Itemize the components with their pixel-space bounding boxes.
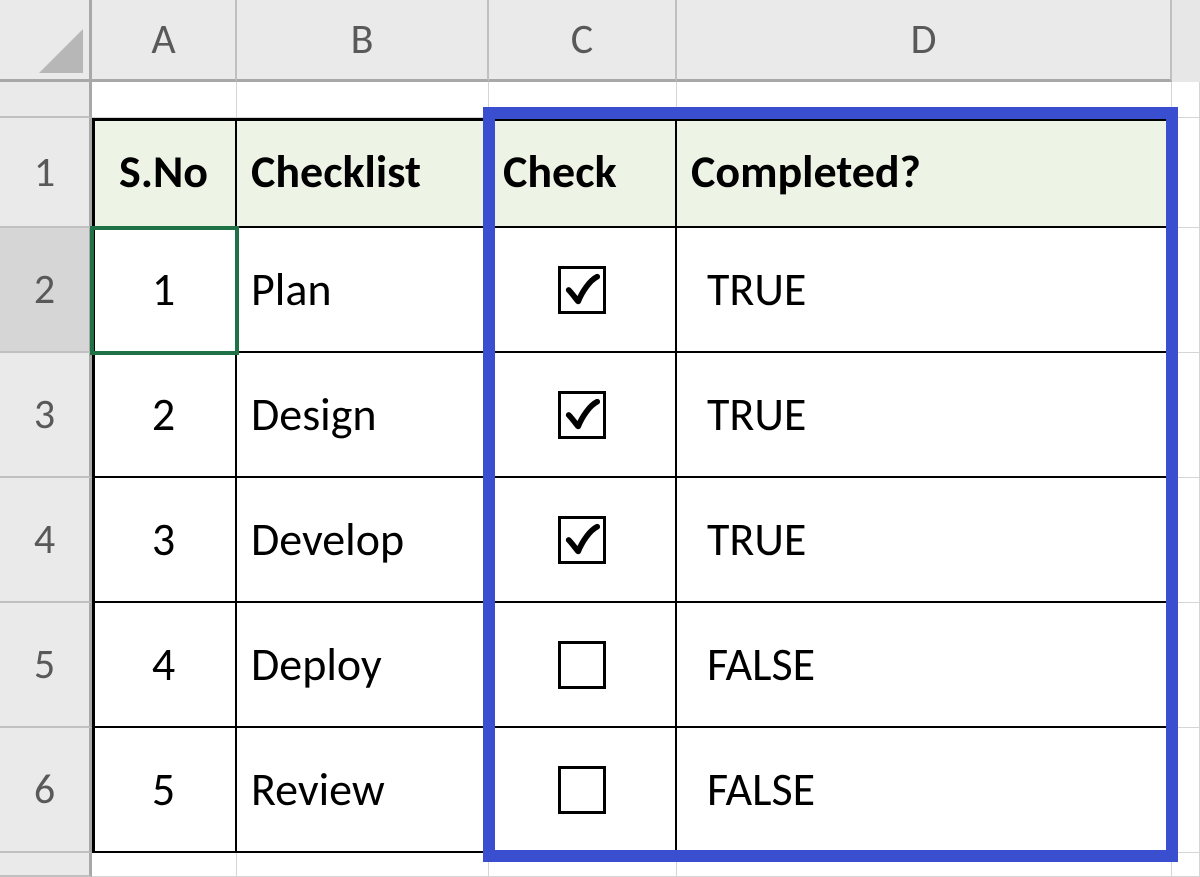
grid-cell[interactable] (1172, 353, 1200, 478)
grid-cell[interactable] (1172, 728, 1200, 853)
cell-C1[interactable]: Check (489, 118, 677, 228)
checkmark-icon (563, 521, 601, 559)
cell-D4[interactable]: TRUE (677, 478, 1172, 603)
spreadsheet: A B C D 1 2 3 4 5 6 S.No Checklist Check… (0, 0, 1200, 877)
cell-C4[interactable] (489, 478, 677, 603)
cell-A4[interactable]: 3 (92, 478, 237, 603)
cell-D3[interactable]: TRUE (677, 353, 1172, 478)
checkbox[interactable] (558, 766, 606, 814)
column-header-C[interactable]: C (489, 0, 677, 82)
row-header-3[interactable]: 3 (0, 353, 92, 478)
cell-A3[interactable]: 2 (92, 353, 237, 478)
grid-cell[interactable] (237, 853, 489, 877)
cell-A2[interactable]: 1 (92, 228, 237, 353)
grid-cell[interactable] (1172, 82, 1200, 118)
cell-B1[interactable]: Checklist (237, 118, 489, 228)
grid-cell[interactable] (1172, 228, 1200, 353)
grid-cell[interactable] (489, 82, 677, 118)
cell-B4[interactable]: Develop (237, 478, 489, 603)
cell-B2[interactable]: Plan (237, 228, 489, 353)
row-header-blank2[interactable] (0, 853, 92, 877)
grid-cell[interactable] (677, 853, 1172, 877)
cell-A1[interactable]: S.No (92, 118, 237, 228)
row-header-1[interactable]: 1 (0, 118, 92, 228)
cell-C5[interactable] (489, 603, 677, 728)
checkmark-icon (563, 396, 601, 434)
grid-cell[interactable] (1172, 478, 1200, 603)
grid-cell[interactable] (92, 82, 237, 118)
grid-cell[interactable] (677, 82, 1172, 118)
row-header-2[interactable]: 2 (0, 228, 92, 353)
row-header-4[interactable]: 4 (0, 478, 92, 603)
checkbox[interactable] (558, 516, 606, 564)
cell-D6[interactable]: FALSE (677, 728, 1172, 853)
cell-D2[interactable]: TRUE (677, 228, 1172, 353)
cell-C3[interactable] (489, 353, 677, 478)
cell-C2[interactable] (489, 228, 677, 353)
row-header-blank[interactable] (0, 82, 92, 118)
grid-cell[interactable] (237, 82, 489, 118)
select-all-triangle-icon (39, 29, 83, 73)
row-header-5[interactable]: 5 (0, 603, 92, 728)
cell-D5[interactable]: FALSE (677, 603, 1172, 728)
cell-A5[interactable]: 4 (92, 603, 237, 728)
cell-B6[interactable]: Review (237, 728, 489, 853)
checkbox[interactable] (558, 266, 606, 314)
checkbox[interactable] (558, 641, 606, 689)
cell-B3[interactable]: Design (237, 353, 489, 478)
column-header-A[interactable]: A (92, 0, 237, 82)
grid-cell[interactable] (489, 853, 677, 877)
checkmark-icon (563, 271, 601, 309)
row-header-6[interactable]: 6 (0, 728, 92, 853)
column-header-B[interactable]: B (237, 0, 489, 82)
column-header-D[interactable]: D (677, 0, 1172, 82)
checkbox[interactable] (558, 391, 606, 439)
select-all-button[interactable] (0, 0, 92, 82)
grid-cell[interactable] (1172, 603, 1200, 728)
cell-C6[interactable] (489, 728, 677, 853)
grid-cell[interactable] (1172, 118, 1200, 228)
cell-B5[interactable]: Deploy (237, 603, 489, 728)
grid-cell[interactable] (92, 853, 237, 877)
cell-D1[interactable]: Completed? (677, 118, 1172, 228)
grid-cell[interactable] (1172, 853, 1200, 877)
cell-A6[interactable]: 5 (92, 728, 237, 853)
